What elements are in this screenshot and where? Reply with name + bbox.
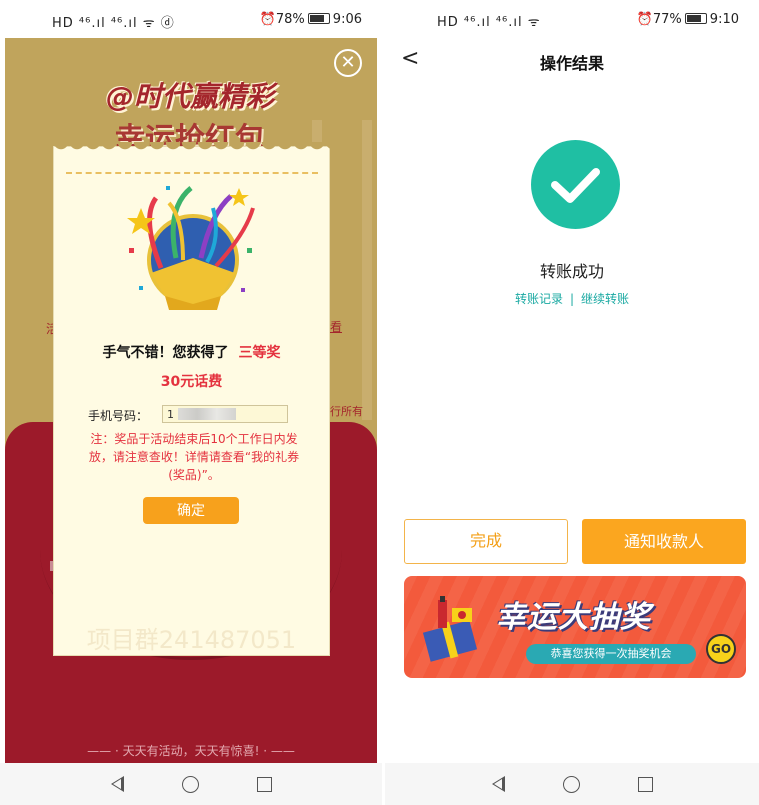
watermark: 项目群241487051	[86, 626, 297, 654]
lottery-banner[interactable]: 幸运大抽奖 恭喜您获得一次抽奖机会 GO	[404, 576, 746, 678]
promo-side-text-right: 行所有	[330, 405, 363, 418]
system-nav-bar	[385, 763, 759, 805]
nav-recents-icon[interactable]	[256, 776, 272, 792]
promo-side-link[interactable]: 看	[330, 318, 342, 335]
signal-icons: HD ⁴⁶.ıl ⁴⁶.ıl ᯤ ⓓ	[52, 16, 175, 31]
prize-headline: 手气不错！您获得了 三等奖	[53, 342, 330, 362]
modal-divider	[66, 172, 318, 174]
signal-icons: HD ⁴⁶.ıl ⁴⁶.ıl ᯤ	[437, 15, 541, 30]
status-bar: HD ⁴⁶.ıl ⁴⁶.ıl ᯤ ⏰77% 9:10	[385, 0, 759, 38]
checkmark-icon	[551, 168, 600, 203]
title-bar: < 操作结果	[385, 38, 759, 82]
banner-title: 幸运大抽奖	[496, 600, 651, 635]
phone-label: 手机号码：	[88, 409, 149, 423]
nav-back-icon[interactable]	[491, 776, 505, 792]
banner-subtitle: 恭喜您获得一次抽奖机会	[526, 644, 696, 664]
link-separator: |	[569, 292, 575, 306]
footer-slogan: —— · 天天有活动，天天有惊喜! · ——	[87, 744, 295, 758]
nav-home-icon[interactable]	[181, 775, 199, 793]
battery-icon	[307, 13, 330, 24]
prize-name: 30元话费	[160, 374, 223, 390]
promo-title: @时代赢精彩	[105, 80, 274, 113]
status-right: ⏰78% 9:06	[260, 12, 362, 27]
battery-percent: 78%	[275, 12, 305, 27]
status-bar: HD ⁴⁶.ıl ⁴⁶.ıl ᯤ ⓓ ⏰78% 9:06	[0, 0, 382, 38]
left-phone-screen: HD ⁴⁶.ıl ⁴⁶.ıl ᯤ ⓓ ⏰78% 9:06 @时代赢精彩 幸运抢红包…	[0, 0, 382, 805]
clock: 9:10	[709, 12, 739, 27]
prize-level: 三等奖	[238, 345, 281, 361]
nav-home-icon[interactable]	[562, 775, 580, 793]
clock: 9:06	[332, 12, 362, 27]
done-button[interactable]: 完成	[404, 519, 568, 564]
battery-icon	[684, 13, 707, 24]
close-icon: ✕	[340, 52, 356, 73]
nav-back-icon[interactable]	[110, 776, 124, 792]
status-right: ⏰77% 9:10	[637, 12, 739, 27]
banner-go-button[interactable]: GO	[706, 634, 736, 664]
success-badge	[531, 140, 620, 229]
result-status: 转账成功	[539, 262, 604, 281]
modal-scallop-edge	[53, 142, 330, 154]
prize-headline-text: 手气不错！您获得了	[102, 345, 229, 361]
notify-payee-button[interactable]: 通知收款人	[582, 519, 746, 564]
battery-percent: 77%	[652, 12, 682, 27]
phone-number-redaction	[178, 408, 236, 420]
alarm-icon: ⏰	[636, 12, 653, 27]
continue-transfer-link[interactable]: 继续转账	[581, 292, 629, 306]
prize-note: 注：奖品于活动结束后10个工作日内发放，请注意查收！详情请查看“我的礼券(奖品)…	[88, 432, 300, 482]
close-button[interactable]: ✕	[334, 49, 362, 77]
system-nav-bar	[0, 763, 382, 805]
right-phone-screen: HD ⁴⁶.ıl ⁴⁶.ıl ᯤ ⏰77% 9:10 < 操作结果 转账成功 转账…	[385, 0, 759, 805]
confirm-button[interactable]: 确定	[143, 497, 239, 524]
transfer-records-link[interactable]: 转账记录	[515, 292, 563, 306]
alarm-icon: ⏰	[259, 12, 276, 27]
nav-recents-icon[interactable]	[637, 776, 653, 792]
gift-box-icon	[422, 596, 478, 662]
page-title: 操作结果	[539, 54, 604, 73]
prize-gift-icon	[127, 186, 255, 310]
result-links: 转账记录 | 继续转账	[385, 290, 759, 307]
